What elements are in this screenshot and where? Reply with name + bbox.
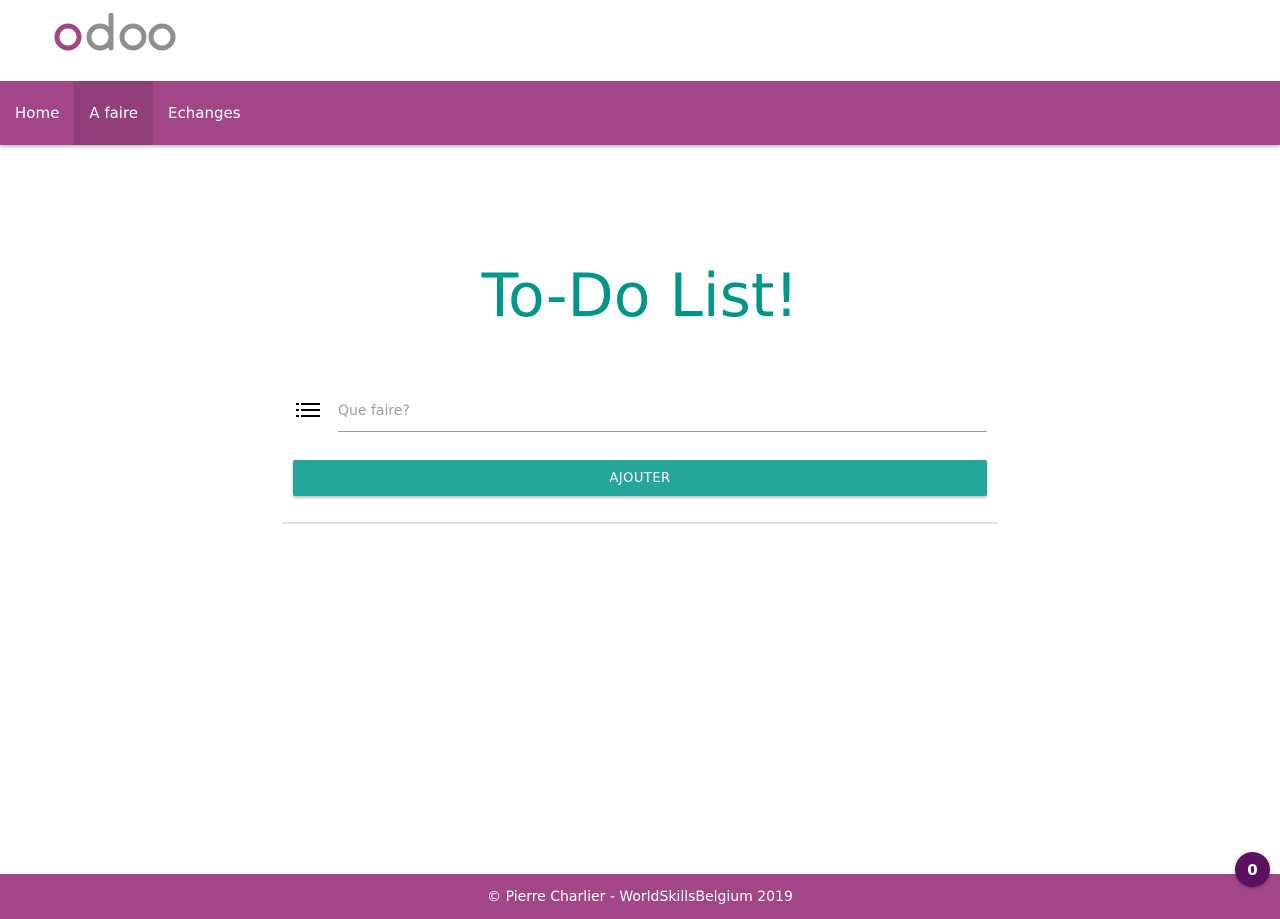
odoo-logo[interactable] <box>54 13 178 55</box>
todo-input-row <box>293 390 987 432</box>
nav-item-home[interactable]: Home <box>0 81 74 145</box>
nav-item-echanges[interactable]: Echanges <box>153 81 256 145</box>
footer-text: © Pierre Charlier - WorldSkillsBelgium 2… <box>487 888 793 905</box>
counter-badge[interactable]: 0 <box>1235 852 1270 887</box>
main-navbar: Home A faire Echanges <box>0 81 1280 145</box>
nav-item-a-faire[interactable]: A faire <box>74 81 154 145</box>
page-title: To-Do List! <box>481 261 799 331</box>
divider <box>282 522 998 524</box>
footer: © Pierre Charlier - WorldSkillsBelgium 2… <box>0 874 1280 919</box>
add-button[interactable]: AJOUTER <box>293 460 987 496</box>
top-header <box>0 0 1280 81</box>
list-icon <box>296 403 320 417</box>
todo-input[interactable] <box>338 390 987 432</box>
